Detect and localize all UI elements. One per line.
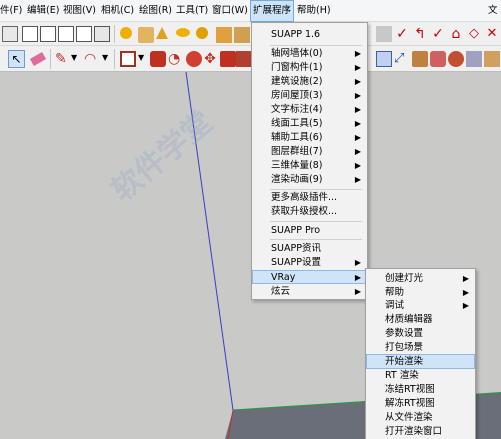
menu-item-rt-render[interactable]: RT 渲染	[366, 369, 475, 383]
check-red-icon[interactable]: ✓	[430, 26, 446, 42]
menu-item-render-anim[interactable]: 渲染动画(9) ▶	[252, 173, 367, 187]
materials-icon[interactable]	[412, 51, 428, 67]
arc-dropdown-icon[interactable]: ▼	[102, 53, 118, 69]
submenu-arrow-icon: ▶	[354, 258, 361, 267]
orbit-icon[interactable]	[376, 26, 392, 42]
submenu-arrow-icon: ▶	[354, 119, 361, 128]
shape-red-icon[interactable]: ◇	[466, 26, 482, 42]
menu-item-aux-tools[interactable]: 辅助工具(6) ▶	[252, 131, 367, 145]
submenu-arrow-icon: ▶	[354, 49, 361, 58]
pushpull-icon[interactable]	[150, 51, 166, 67]
dimension-icon[interactable]: ⤢	[394, 51, 410, 67]
menu-item-xuanyun[interactable]: 炫云 ▶	[252, 285, 367, 299]
menu-item-layer-group[interactable]: 图层群组(7) ▶	[252, 145, 367, 159]
submenu-arrow-icon: ▶	[354, 287, 361, 296]
submenu-arrow-icon: ▶	[462, 274, 469, 283]
submenu-arrow-icon: ▶	[354, 175, 361, 184]
menu-item-suapp-settings[interactable]: SUAPP设置 ▶	[252, 256, 367, 270]
move-icon[interactable]: ✥	[202, 51, 218, 67]
paint-bucket-icon[interactable]	[448, 51, 464, 67]
menu-item-suapp-pro[interactable]: SUAPP Pro	[252, 224, 367, 238]
sphere-icon[interactable]	[120, 27, 132, 39]
menu-item-building[interactable]: 建筑设施(2) ▶	[252, 75, 367, 89]
menu-overflow[interactable]: 文	[488, 0, 498, 22]
texture-icon[interactable]	[234, 27, 250, 43]
menu-item-upgrade[interactable]: 获取升级授权...	[252, 205, 367, 219]
submenu-arrow-icon: ▶	[354, 161, 361, 170]
menu-item-suapp-version[interactable]: SUAPP 1.6	[252, 28, 367, 42]
offset-icon[interactable]: ◔	[168, 51, 184, 67]
scale-icon[interactable]	[236, 51, 252, 67]
menu-item-pack-scene[interactable]: 打包场景	[366, 341, 475, 355]
components-icon[interactable]	[430, 51, 446, 67]
menu-item-debug[interactable]: 调试 ▶	[366, 299, 475, 313]
open-icon[interactable]	[2, 26, 18, 42]
followme-icon[interactable]	[186, 51, 202, 67]
menu-item-suapp-news[interactable]: SUAPP资讯	[252, 242, 367, 256]
menu-item-render-from-file[interactable]: 从文件渲染	[366, 411, 475, 425]
house-icon[interactable]	[40, 26, 56, 42]
house-front-icon[interactable]	[58, 26, 74, 42]
house-back-icon[interactable]	[94, 26, 110, 42]
menu-extensions[interactable]: 扩展程序	[250, 0, 295, 22]
house-side-icon[interactable]	[76, 26, 92, 42]
eraser-icon[interactable]	[29, 52, 47, 66]
vray-submenu: 创建灯光 ▶ 帮助 ▶ 调试 ▶ 材质编辑器 参数设置 打包场景 开始渲染 RT 渲染…	[365, 268, 476, 439]
extensions-menu: SUAPP 1.6 轴网墙体(0) ▶ 门窗构件(1) ▶ 建筑设施(2) ▶ 房间屋…	[251, 22, 368, 300]
menu-draw[interactable]: 绘图(R)	[139, 0, 172, 22]
menu-item-create-light[interactable]: 创建灯光 ▶	[366, 272, 475, 286]
dome-icon[interactable]	[196, 27, 208, 39]
menu-camera[interactable]: 相机(C)	[101, 0, 134, 22]
pencil-icon[interactable]: ✎	[55, 51, 71, 67]
line-red-icon[interactable]: ✓	[394, 26, 410, 42]
select-arrow-icon[interactable]: ↖	[8, 50, 25, 68]
rotate-icon[interactable]	[220, 51, 236, 67]
menu-item-text-dim[interactable]: 文字标注(4) ▶	[252, 103, 367, 117]
submenu-arrow-icon: ▶	[354, 133, 361, 142]
cross-red-icon[interactable]: ✕	[484, 26, 500, 42]
menu-view[interactable]: 视图(V)	[63, 0, 96, 22]
disc-icon[interactable]	[176, 28, 190, 37]
tape-icon[interactable]	[376, 51, 392, 67]
submenu-arrow-icon: ▶	[354, 273, 361, 282]
submenu-arrow-icon: ▶	[354, 77, 361, 86]
section-icon[interactable]	[466, 51, 482, 67]
menu-item-material-editor[interactable]: 材质编辑器	[366, 313, 475, 327]
fog-icon[interactable]	[216, 27, 232, 43]
arc-icon[interactable]: ◠	[84, 51, 100, 67]
menu-item-line-face[interactable]: 线面工具(5) ▶	[252, 117, 367, 131]
menu-item-unfreeze-rt[interactable]: 解冻RT视图	[366, 397, 475, 411]
cone-icon[interactable]	[156, 27, 168, 39]
curve-red-icon[interactable]: ↰	[412, 26, 428, 42]
menu-item-open-render-window[interactable]: 打开渲染窗口	[366, 425, 475, 439]
submenu-arrow-icon: ▶	[354, 91, 361, 100]
menu-window[interactable]: 窗口(W)	[212, 0, 248, 22]
menu-edit[interactable]: 编辑(E)	[27, 0, 59, 22]
menu-file[interactable]: 件(F)	[0, 0, 22, 22]
rectangle-icon[interactable]	[120, 51, 136, 67]
menu-item-room-roof[interactable]: 房间屋顶(3) ▶	[252, 89, 367, 103]
menu-item-freeze-rt[interactable]: 冻结RT视图	[366, 383, 475, 397]
menu-help[interactable]: 帮助(H)	[297, 0, 331, 22]
submenu-arrow-icon: ▶	[462, 288, 469, 297]
shadow-icon[interactable]	[138, 27, 154, 43]
menu-item-axis-wall[interactable]: 轴网墙体(0) ▶	[252, 47, 367, 61]
cube-icon[interactable]	[22, 26, 38, 42]
menu-tools[interactable]: 工具(T)	[176, 0, 208, 22]
menu-item-more-plugins[interactable]: 更多高级插件...	[252, 191, 367, 205]
menu-item-render-settings[interactable]: 参数设置	[366, 327, 475, 341]
menu-item-vray[interactable]: VRay ▶	[252, 270, 367, 284]
submenu-arrow-icon: ▶	[462, 301, 469, 310]
submenu-arrow-icon: ▶	[354, 147, 361, 156]
menu-item-start-render[interactable]: 开始渲染	[366, 354, 475, 369]
menu-item-3d-mass[interactable]: 三维体量(8) ▶	[252, 159, 367, 173]
roof-red-icon[interactable]: ⌂	[448, 26, 464, 42]
menu-item-vray-help[interactable]: 帮助 ▶	[366, 286, 475, 300]
menu-item-door-window[interactable]: 门窗构件(1) ▶	[252, 61, 367, 75]
submenu-arrow-icon: ▶	[354, 105, 361, 114]
menu-bar: 件(F) 编辑(E) 视图(V) 相机(C) 绘图(R) 工具(T) 窗口(W)…	[0, 0, 501, 22]
submenu-arrow-icon: ▶	[354, 63, 361, 72]
render-icon[interactable]	[484, 51, 500, 67]
